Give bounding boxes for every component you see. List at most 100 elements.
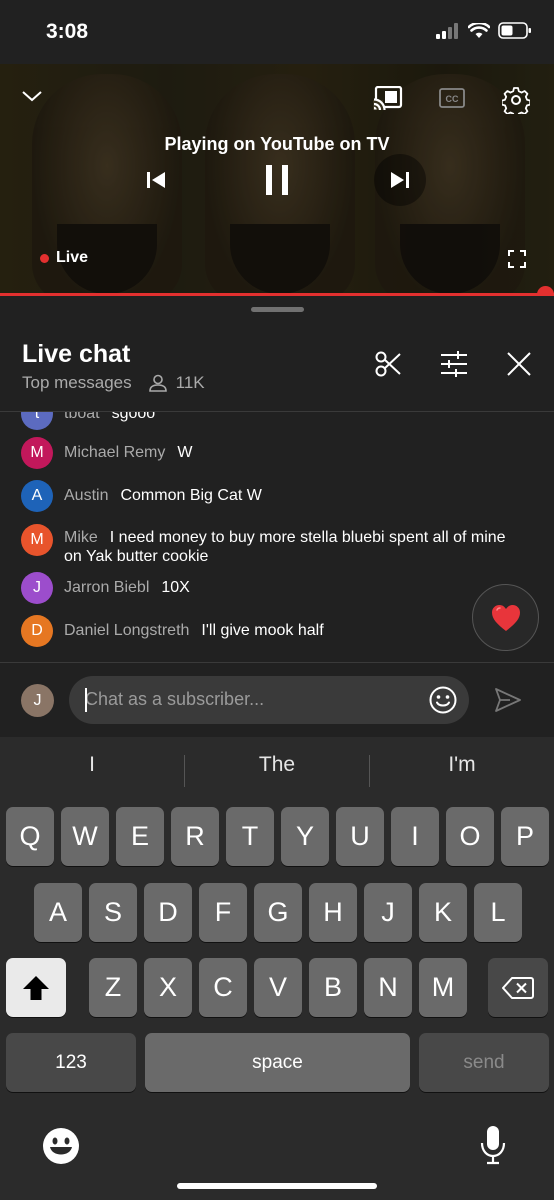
emoji-icon[interactable] — [429, 686, 457, 714]
suggestion-2[interactable]: The — [185, 753, 369, 777]
chat-input-bar: J Chat as a subscriber... — [0, 662, 554, 737]
key-y[interactable]: Y — [281, 807, 329, 866]
chat-input-placeholder: Chat as a subscriber... — [85, 689, 265, 709]
chat-message: t tboat sgooo — [21, 412, 521, 430]
chevron-down-icon[interactable] — [18, 84, 46, 108]
key-l[interactable]: L — [474, 883, 522, 942]
backspace-key[interactable] — [488, 958, 548, 1017]
message-avatar: t — [21, 412, 53, 430]
pause-icon[interactable] — [253, 156, 301, 204]
key-k[interactable]: K — [419, 883, 467, 942]
space-key[interactable]: space — [145, 1033, 410, 1092]
filter-sliders-icon[interactable] — [440, 351, 468, 377]
live-label: Live — [56, 249, 89, 266]
message-author: Michael Remy — [64, 444, 166, 461]
key-o[interactable]: O — [446, 807, 494, 866]
message-author: Daniel Longstreth — [64, 622, 190, 639]
key-d[interactable]: D — [144, 883, 192, 942]
shift-key[interactable] — [6, 958, 66, 1017]
key-h[interactable]: H — [309, 883, 357, 942]
key-b[interactable]: B — [309, 958, 357, 1017]
chat-title: Live chat — [22, 340, 131, 368]
key-f[interactable]: F — [199, 883, 247, 942]
message-author: Jarron Biebl — [64, 579, 150, 596]
backspace-icon — [502, 976, 534, 999]
send-key[interactable]: send — [419, 1033, 549, 1092]
suggestion-3[interactable]: I'm — [370, 753, 554, 777]
reaction-button[interactable] — [472, 584, 539, 651]
status-icons — [436, 22, 532, 39]
key-r[interactable]: R — [171, 807, 219, 866]
message-text: I need money to buy more stella bluebi s… — [64, 529, 506, 565]
fullscreen-icon[interactable] — [505, 247, 529, 271]
wifi-icon — [468, 22, 490, 38]
chat-mode-label: Top messages — [22, 373, 132, 392]
chat-input-field[interactable]: Chat as a subscriber... — [69, 676, 469, 724]
user-avatar[interactable]: J — [21, 684, 54, 717]
chat-message: D Daniel Longstreth I'll give mook half — [21, 615, 521, 647]
next-icon[interactable] — [374, 154, 426, 206]
emoji-keyboard-icon[interactable] — [42, 1127, 80, 1165]
text-caret — [85, 688, 87, 712]
cast-icon[interactable] — [372, 84, 404, 112]
suggestion-1[interactable]: I — [0, 753, 184, 777]
close-icon[interactable] — [506, 351, 532, 377]
message-text: 10X — [161, 579, 190, 596]
viewer-count: 11K — [175, 373, 205, 392]
svg-text:CC: CC — [446, 94, 459, 104]
live-dot — [40, 253, 49, 263]
key-m[interactable]: M — [419, 958, 467, 1017]
video-player[interactable]: CC Playing on YouTube on TV Live — [0, 64, 554, 295]
message-avatar: J — [21, 572, 53, 604]
key-x[interactable]: X — [144, 958, 192, 1017]
send-icon[interactable] — [494, 687, 522, 713]
numbers-key[interactable]: 123 — [6, 1033, 136, 1092]
message-author: Mike — [64, 529, 98, 546]
key-v[interactable]: V — [254, 958, 302, 1017]
heart-icon — [491, 604, 520, 631]
signal-icon — [436, 22, 458, 39]
battery-icon — [498, 22, 531, 39]
key-j[interactable]: J — [364, 883, 412, 942]
message-avatar: M — [21, 437, 53, 469]
panel-drag-handle[interactable] — [251, 307, 304, 312]
key-t[interactable]: T — [226, 807, 274, 866]
live-chat-panel: Live chat Top messages 11K t tboat sgooo … — [0, 296, 554, 662]
microphone-icon[interactable] — [480, 1125, 506, 1165]
message-author: Austin — [64, 487, 109, 504]
previous-icon[interactable] — [136, 160, 176, 200]
keyboard: I The I'm Q W E R T Y U I O P A S D F G … — [0, 737, 554, 1200]
key-c[interactable]: C — [199, 958, 247, 1017]
status-time: 3:08 — [46, 20, 89, 43]
key-g[interactable]: G — [254, 883, 302, 942]
settings-gear-icon[interactable] — [500, 84, 532, 116]
casting-status-label: Playing on YouTube on TV — [164, 134, 390, 154]
shift-icon — [23, 975, 49, 1000]
chat-message: M Michael Remy W — [21, 437, 521, 469]
key-q[interactable]: Q — [6, 807, 54, 866]
key-w[interactable]: W — [61, 807, 109, 866]
message-avatar: D — [21, 615, 53, 647]
status-bar: 3:08 — [0, 0, 554, 64]
key-a[interactable]: A — [34, 883, 82, 942]
key-p[interactable]: P — [501, 807, 549, 866]
home-indicator[interactable] — [177, 1183, 377, 1189]
chat-mode-selector[interactable]: Top messages 11K — [22, 373, 205, 393]
live-indicator: Live — [40, 249, 88, 267]
key-i[interactable]: I — [391, 807, 439, 866]
chat-message: A Austin Common Big Cat W — [21, 480, 521, 512]
message-text: Common Big Cat W — [120, 487, 262, 504]
scissors-icon[interactable] — [374, 350, 402, 378]
key-u[interactable]: U — [336, 807, 384, 866]
key-s[interactable]: S — [89, 883, 137, 942]
key-n[interactable]: N — [364, 958, 412, 1017]
message-author: tboat — [64, 412, 100, 422]
key-e[interactable]: E — [116, 807, 164, 866]
cc-icon[interactable]: CC — [438, 86, 466, 110]
key-z[interactable]: Z — [89, 958, 137, 1017]
chat-message: J Jarron Biebl 10X — [21, 572, 521, 604]
message-text: sgooo — [111, 412, 156, 422]
message-text: W — [177, 444, 193, 461]
chat-message-list[interactable]: t tboat sgooo M Michael Remy W A Austin Com… — [0, 412, 554, 658]
message-avatar: A — [21, 480, 53, 512]
